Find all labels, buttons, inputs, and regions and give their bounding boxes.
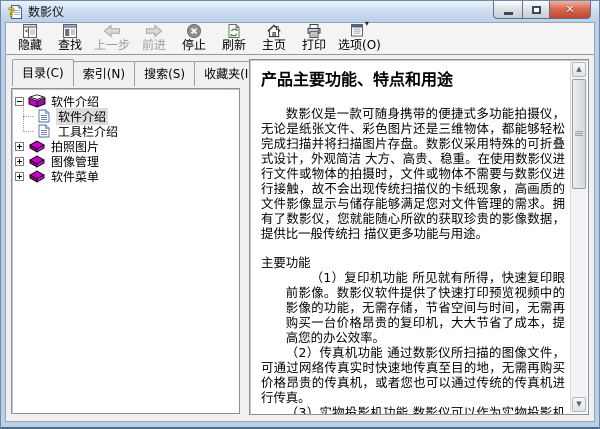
back-button-label: 上一步 — [94, 39, 130, 52]
tab-contents[interactable]: 目录(C) — [12, 59, 74, 86]
topic-pane: 产品主要功能、特点和用途 数影仪是一款可随身携带的便捷式多功能拍摄仪，无论是纸张… — [249, 59, 589, 415]
tree-item-software-intro-parent[interactable]: 软件介绍 — [15, 94, 236, 108]
topic-page-icon — [35, 109, 53, 123]
svg-text:?: ? — [8, 5, 15, 19]
closed-book-icon — [28, 154, 46, 168]
contents-tree: 软件介绍 — [11, 88, 240, 414]
tree-item-image-management[interactable]: 图像管理 — [15, 154, 236, 168]
close-icon: ✕ — [565, 3, 574, 16]
options-button-label: 选项(O) — [338, 39, 381, 52]
tab-index[interactable]: 索引(N) — [73, 61, 135, 86]
back-arrow-icon — [102, 22, 122, 39]
feature-item: （1）复印机功能 所见就有所得，快速复印眼前影像。数影仪软件提供了快速打印预览视… — [286, 270, 565, 345]
home-button[interactable]: 主页 — [254, 21, 294, 53]
maximize-icon — [532, 6, 541, 14]
refresh-button-label: 刷新 — [222, 39, 246, 52]
home-button-label: 主页 — [262, 39, 286, 52]
tree-item-photo-images[interactable]: 拍照图片 — [15, 139, 236, 153]
tree-item-software-intro[interactable]: 软件介绍 — [35, 109, 236, 123]
topic-subheading: 主要功能 — [261, 255, 565, 270]
open-book-icon — [28, 94, 46, 108]
closed-book-icon — [28, 139, 46, 153]
panel-splitter[interactable] — [240, 59, 249, 415]
close-button[interactable]: ✕ — [550, 1, 591, 19]
tree-item-software-menu[interactable]: 软件菜单 — [15, 169, 236, 183]
forward-arrow-icon — [144, 22, 164, 39]
main-area: 目录(C) 索引(N) 搜索(S) 收藏夹(I) — [6, 56, 594, 421]
refresh-icon — [226, 22, 242, 39]
stop-icon — [186, 22, 202, 39]
find-button-label: 查找 — [58, 39, 82, 52]
scroll-thumb[interactable] — [572, 79, 586, 189]
closed-book-icon — [28, 169, 46, 183]
scroll-thumb-grip-icon — [575, 131, 583, 137]
find-icon — [62, 22, 78, 39]
hide-button-label: 隐藏 — [18, 39, 42, 52]
minimize-icon — [504, 12, 513, 15]
print-icon — [306, 22, 322, 39]
tree-item-label[interactable]: 工具栏介绍 — [56, 123, 120, 140]
collapse-toggle-icon[interactable] — [15, 97, 24, 106]
options-button[interactable]: ▾ 选项(O) — [334, 21, 385, 53]
window-controls: ✕ — [493, 1, 591, 19]
hide-button[interactable]: 隐藏 — [10, 21, 50, 53]
feature-item: （2）传真机功能 通过数影仪所扫描的图像文件，可通过网络传真实时快速地传真至目的… — [261, 345, 565, 405]
topic-page-icon — [35, 124, 53, 138]
tree-children: 软件介绍 — [23, 109, 236, 138]
client-area: 隐藏 查找 — [5, 22, 595, 422]
scroll-down-button[interactable]: ▼ — [572, 397, 586, 412]
forward-button-label: 前进 — [142, 39, 166, 52]
options-icon: ▾ — [350, 22, 369, 39]
find-button[interactable]: 查找 — [50, 21, 90, 53]
back-button: 上一步 — [90, 21, 134, 53]
maximize-button[interactable] — [522, 1, 550, 19]
minimize-button[interactable] — [493, 1, 522, 19]
stop-button-label: 停止 — [182, 39, 206, 52]
scroll-up-button[interactable]: ▲ — [572, 62, 586, 77]
stop-button[interactable]: 停止 — [174, 21, 214, 53]
scroll-down-icon: ▼ — [576, 400, 581, 408]
vertical-scrollbar[interactable]: ▲ ▼ — [570, 61, 587, 413]
print-button-label: 打印 — [302, 39, 326, 52]
print-button[interactable]: 打印 — [294, 21, 334, 53]
scroll-up-icon: ▲ — [576, 65, 581, 73]
tab-search[interactable]: 搜索(S) — [134, 61, 195, 86]
expand-toggle-icon[interactable] — [15, 172, 24, 181]
feature-item: （3）实物投影机功能 数影仪可以作为实物投影机使用，无论是授课、开会、展示产品等… — [261, 405, 565, 414]
expand-toggle-icon[interactable] — [15, 157, 24, 166]
window-title: 数影仪 — [28, 3, 64, 20]
titlebar[interactable]: ? 数影仪 ✕ — [1, 1, 599, 22]
help-viewer-window: ? 数影仪 ✕ — [0, 0, 600, 429]
topic-content: 产品主要功能、特点和用途 数影仪是一款可随身携带的便捷式多功能拍摄仪，无论是纸张… — [251, 61, 570, 414]
nav-tabs: 目录(C) 索引(N) 搜索(S) 收藏夹(I) — [11, 59, 240, 86]
navigation-pane: 目录(C) 索引(N) 搜索(S) 收藏夹(I) — [11, 59, 240, 415]
topic-title: 产品主要功能、特点和用途 — [261, 70, 565, 89]
expand-toggle-icon[interactable] — [15, 142, 24, 151]
tree-item-label[interactable]: 软件菜单 — [49, 168, 101, 185]
toolbar: 隐藏 查找 — [6, 23, 594, 55]
help-file-icon: ? — [7, 4, 23, 20]
dropdown-caret-icon: ▾ — [365, 17, 369, 30]
home-icon — [266, 22, 282, 39]
tree-item-toolbar-intro[interactable]: 工具栏介绍 — [35, 124, 236, 138]
refresh-button[interactable]: 刷新 — [214, 21, 254, 53]
hide-panel-icon — [22, 22, 38, 39]
forward-button: 前进 — [134, 21, 174, 53]
topic-intro-paragraph: 数影仪是一款可随身携带的便捷式多功能拍摄仪，无论是纸张文件、彩色图片还是三维物体… — [261, 106, 565, 241]
